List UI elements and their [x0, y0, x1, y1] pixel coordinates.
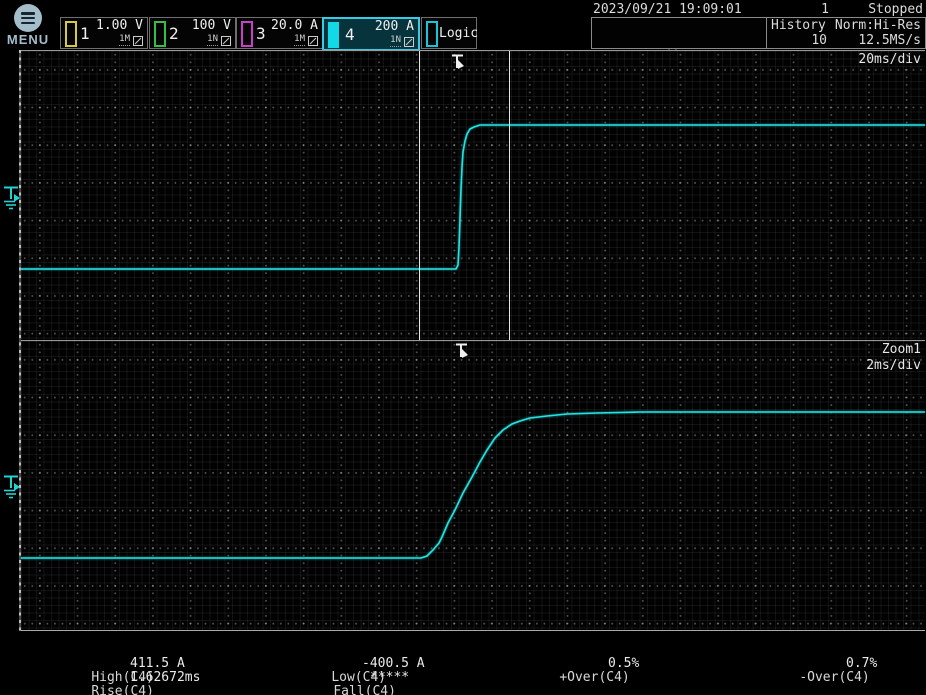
measurement-value: *****	[370, 671, 409, 685]
measurement-value: 0.7%	[846, 657, 877, 671]
channel-1-number: 1	[80, 24, 90, 43]
main-timebase: 20ms/div	[858, 52, 921, 67]
channel-4-box-selected[interactable]: 4 200 A 1N	[322, 17, 420, 51]
logic-channel-box[interactable]: Logic	[421, 17, 477, 49]
measurement-rise: Rise(C4) 1.62672ms	[60, 671, 154, 695]
oscilloscope-screen: MENU 1 1.00 V 1M 2 100 V 1N 3 20.0 A 1M …	[0, 0, 926, 695]
zoom-window-label: Zoom1	[882, 342, 921, 357]
trigger-settings[interactable]: Edge CH4 Normal -28 A	[596, 18, 764, 48]
channel-4-color-bar	[328, 22, 339, 48]
ch4-trace-zoom	[21, 412, 925, 558]
ch4-ground-marker-main[interactable]	[1, 186, 21, 210]
channel-3-coupling: 1M	[294, 35, 305, 46]
channel-2-number: 2	[169, 24, 179, 43]
acquisition-settings[interactable]: History Norm:Hi-Res 10 12.5MS/s	[766, 18, 925, 48]
menu-button-label: MENU	[2, 32, 54, 47]
measurement-value: 1.62672ms	[130, 671, 200, 685]
channel-2-box[interactable]: 2 100 V 1N	[149, 17, 236, 49]
status-row: 2023/09/21 19:09:01 1 Stopped	[591, 2, 923, 16]
channel-3-number: 3	[256, 24, 266, 43]
measurement-label: Fall(C4)	[333, 684, 396, 695]
acq-mode: Norm:Hi-Res	[835, 18, 921, 33]
trigger-position-marker[interactable]	[451, 54, 467, 72]
channel-3-box[interactable]: 3 20.0 A 1M	[236, 17, 323, 49]
zoom-area-cursor-left[interactable]	[419, 51, 420, 340]
main-waveform	[21, 51, 925, 340]
measurement-value: 411.5 A	[130, 657, 185, 671]
run-state: Stopped	[868, 2, 923, 17]
logic-color-bar	[426, 21, 438, 47]
channel-1-scale: 1.00 V	[96, 18, 143, 33]
zoom-waveform	[21, 341, 925, 630]
channel-3-scale: 20.0 A	[271, 18, 318, 33]
history-label: History	[771, 18, 826, 33]
logic-label: Logic	[439, 26, 478, 41]
history-value: 10	[793, 33, 827, 48]
channel-1-color-bar	[65, 21, 77, 47]
measurement-value: 0.5%	[608, 657, 639, 671]
main-waveform-window: 20ms/div	[21, 50, 925, 341]
channel-1-coupling: 1M	[119, 35, 130, 46]
channel-4-scale: 200 A	[375, 19, 414, 34]
probe-icon	[308, 36, 318, 46]
datetime: 2023/09/21 19:09:01	[593, 2, 742, 17]
channel-2-color-bar	[154, 21, 166, 47]
probe-icon	[404, 37, 414, 47]
ch4-trace-main	[21, 125, 925, 269]
acquisition-count: 1	[809, 2, 829, 17]
measurement-value: -400.5 A	[362, 657, 425, 671]
probe-icon	[221, 36, 231, 46]
hamburger-icon	[21, 12, 35, 24]
measurement-label: -Over(C4)	[799, 670, 869, 685]
menu-button[interactable]	[14, 4, 42, 32]
zoom-area-cursor-right[interactable]	[509, 51, 510, 340]
sample-rate: 12.5MS/s	[858, 33, 921, 48]
channel-3-color-bar	[241, 21, 253, 47]
ch4-ground-marker-zoom[interactable]	[1, 475, 21, 499]
zoom-waveform-window: Zoom1 2ms/div	[21, 341, 925, 631]
trigger-info-box[interactable]: Edge CH4 Normal -28 A History Norm:Hi-Re…	[591, 17, 926, 49]
channel-2-coupling: 1N	[207, 35, 218, 46]
channel-4-number: 4	[345, 25, 355, 44]
channel-4-coupling: 1N	[390, 36, 401, 47]
zoom-timebase: 2ms/div	[866, 358, 921, 373]
zoom-trigger-position-marker[interactable]	[455, 343, 471, 361]
measurement-fall: Fall(C4) *****	[302, 671, 396, 695]
measurement-label: Rise(C4)	[91, 684, 154, 695]
channel-2-scale: 100 V	[192, 18, 231, 33]
measurement-pos-overshoot: +Over(C4) 0.5%	[528, 657, 630, 695]
measurement-neg-overshoot: -Over(C4) 0.7%	[768, 657, 870, 695]
probe-icon	[133, 36, 143, 46]
channel-1-box[interactable]: 1 1.00 V 1M	[60, 17, 148, 49]
measurement-label: +Over(C4)	[559, 670, 629, 685]
